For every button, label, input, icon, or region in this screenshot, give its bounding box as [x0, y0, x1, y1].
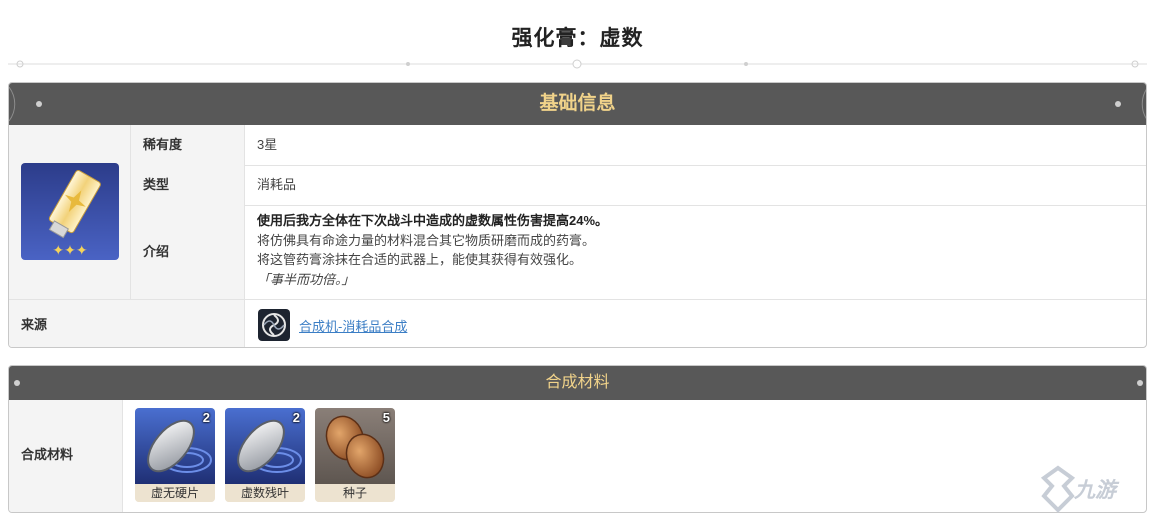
- svg-text:✦✦✦: ✦✦✦: [52, 243, 87, 259]
- material-name: 种子: [315, 484, 395, 502]
- type-label: 类型: [131, 165, 245, 205]
- intro-effect: 使用后我方全体在下次战斗中造成的虚数属性伤害提高24%。: [257, 213, 609, 228]
- title-divider: [8, 59, 1147, 69]
- type-value: 消耗品: [257, 177, 297, 192]
- craft-materials-header: 合成材料: [9, 366, 1146, 400]
- source-link[interactable]: 合成机-消耗品合成: [299, 316, 407, 335]
- material-count: 2: [202, 410, 210, 425]
- rarity-value: 3星: [257, 137, 278, 152]
- intro-value: 使用后我方全体在下次战斗中造成的虚数属性伤害提高24%。 将仿佛具有命途力量的材…: [245, 211, 608, 289]
- material-count: 5: [382, 410, 390, 425]
- synthesizer-icon[interactable]: [258, 309, 290, 341]
- basic-info-header: 基础信息: [9, 83, 1146, 125]
- basic-info-panel: 基础信息 ✦✦✦ 稀有度 3星 类型 消耗品 介绍 使用后我方全体在下次战斗中造…: [8, 82, 1147, 348]
- watermark-icon: [1040, 465, 1076, 513]
- source-value: 合成机-消耗品合成: [245, 299, 1146, 347]
- source-label: 来源: [9, 299, 245, 347]
- intro-label: 介绍: [131, 205, 245, 299]
- material-card[interactable]: 2 虚无硬片: [135, 408, 215, 502]
- intro-description-2: 将这管药膏涂抹在合适的武器上，能使其获得有效强化。: [257, 252, 583, 267]
- craft-materials-label: 合成材料: [9, 400, 123, 512]
- page-title: 强化膏：虚数: [511, 27, 644, 50]
- intro-description: 将仿佛具有命途力量的材料混合其它物质研磨而成的药膏。: [257, 232, 596, 248]
- material-card[interactable]: 2 虚数残叶: [225, 408, 305, 502]
- material-name: 虚数残叶: [225, 484, 305, 502]
- watermark-logo: 九游: [1036, 460, 1152, 518]
- intro-quote: 「事半而功倍。」: [257, 271, 355, 287]
- ointment-tube-icon: ✦✦✦: [21, 163, 119, 260]
- basic-info-title: 基础信息: [539, 93, 616, 114]
- craft-materials-panel: 合成材料 合成材料 2 虚无硬片 2 虚数残叶 5 种子: [8, 365, 1147, 513]
- material-name: 虚无硬片: [135, 484, 215, 502]
- material-card[interactable]: 5 种子: [315, 408, 395, 502]
- watermark-text: 九游: [1074, 479, 1116, 502]
- material-count: 2: [292, 410, 300, 425]
- craft-materials-title: 合成材料: [545, 374, 610, 391]
- rarity-row: [9, 125, 1146, 165]
- row-divider: [131, 205, 1146, 206]
